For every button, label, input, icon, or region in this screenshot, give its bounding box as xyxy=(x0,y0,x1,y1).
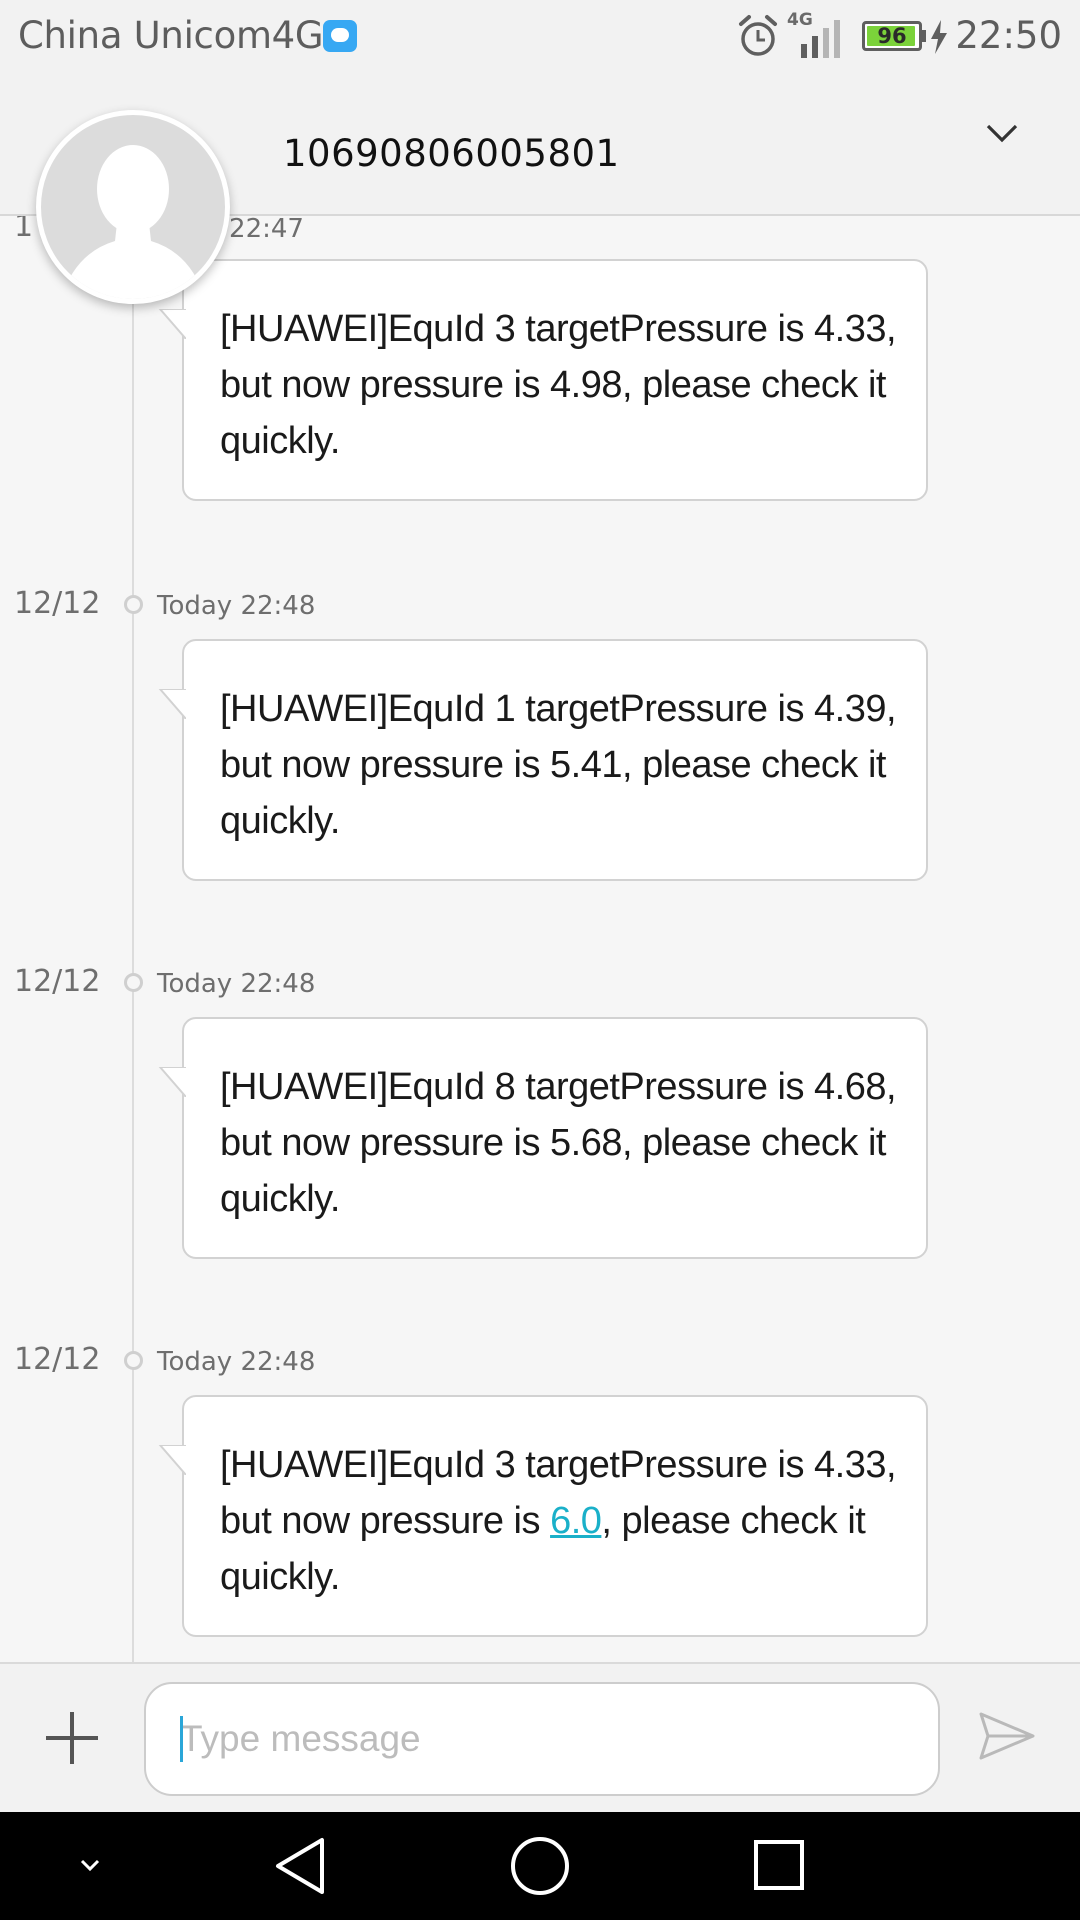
message-input[interactable] xyxy=(144,1682,940,1796)
message-bubble[interactable]: [HUAWEI]EquId 3 targetPressure is 4.33, … xyxy=(158,1395,928,1637)
message-time: Today 22:48 xyxy=(157,969,316,999)
timeline-dot xyxy=(124,1351,143,1370)
recents-icon[interactable] xyxy=(740,1812,820,1920)
message-date: 12/12 xyxy=(14,1342,101,1377)
timeline-line xyxy=(132,216,134,1662)
battery-icon: 96 xyxy=(862,21,922,51)
message-date: 12/12 xyxy=(14,586,101,621)
alarm-icon xyxy=(739,15,777,56)
number-link[interactable]: 6.0 xyxy=(550,1500,602,1542)
clock: 22:50 xyxy=(955,14,1062,57)
send-icon[interactable] xyxy=(978,1710,1036,1762)
battery-tip xyxy=(922,30,926,42)
back-icon[interactable] xyxy=(260,1812,340,1920)
text-cursor xyxy=(180,1716,183,1762)
signal-icon xyxy=(801,20,840,58)
message-bubble[interactable]: [HUAWEI]EquId 8 targetPressure is 4.68, … xyxy=(158,1017,928,1259)
battery-level-text: 96 xyxy=(877,24,907,48)
message-notification-icon xyxy=(323,20,357,52)
add-icon[interactable] xyxy=(38,1704,106,1772)
expand-chevron-icon[interactable] xyxy=(983,119,1021,147)
message-date: 1 xyxy=(14,216,34,244)
contact-silhouette-icon xyxy=(61,145,205,299)
message-date: 12/12 xyxy=(14,964,101,999)
composer-bar xyxy=(0,1662,1080,1812)
message-text: [HUAWEI]EquId 8 targetPressure is 4.68, … xyxy=(220,1066,897,1220)
message-text: [HUAWEI]EquId 3 targetPressure is 4.33, … xyxy=(220,1437,910,1605)
contact-number[interactable]: 10690806005801 xyxy=(283,132,620,175)
message-list[interactable]: 1 / 22:47 [HUAWEI]EquId 3 targetPressure… xyxy=(0,216,1080,1662)
message-bubble[interactable]: [HUAWEI]EquId 3 targetPressure is 4.33, … xyxy=(158,259,928,501)
home-icon[interactable] xyxy=(500,1812,580,1920)
bubble-tail xyxy=(158,1445,186,1475)
message-bubble[interactable]: [HUAWEI]EquId 1 targetPressure is 4.39, … xyxy=(158,639,928,881)
charging-icon xyxy=(931,20,947,54)
message-time: Today 22:48 xyxy=(157,1347,316,1377)
bubble-tail xyxy=(158,1067,186,1097)
message-text: [HUAWEI]EquId 3 targetPressure is 4.33, … xyxy=(220,308,897,462)
hide-keyboard-icon[interactable] xyxy=(60,1812,120,1920)
carrier-name: China Unicom4G xyxy=(18,14,324,57)
bubble-tail xyxy=(158,689,186,719)
timeline-dot xyxy=(124,595,143,614)
navigation-bar xyxy=(0,1812,1080,1920)
message-text: [HUAWEI]EquId 1 targetPressure is 4.39, … xyxy=(220,688,897,842)
avatar[interactable] xyxy=(36,110,230,304)
message-time: Today 22:48 xyxy=(157,591,316,621)
bubble-tail xyxy=(158,309,186,339)
timeline-dot xyxy=(124,973,143,992)
status-bar: China Unicom4G 4G 96 22:50 xyxy=(0,0,1080,76)
